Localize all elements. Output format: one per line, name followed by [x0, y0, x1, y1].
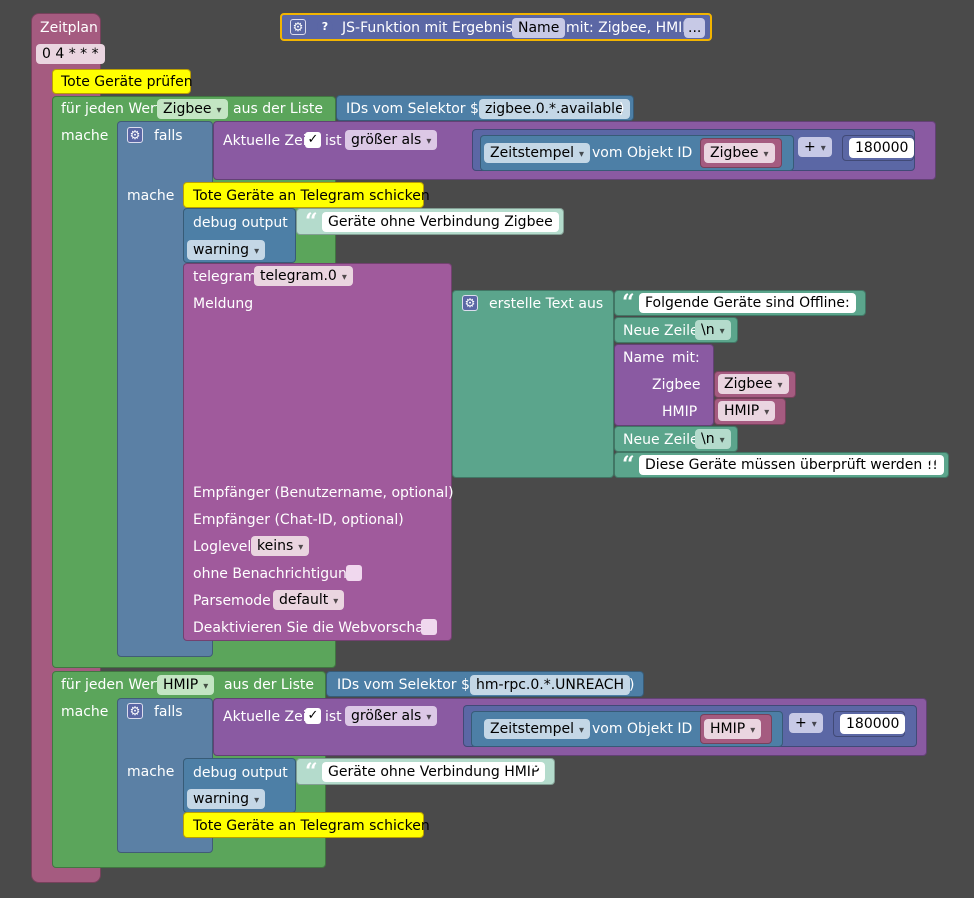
selector2-input[interactable]: hm-rpc.0.*.UNREACH — [470, 675, 631, 695]
loop2-from-list-label: aus der Liste — [224, 677, 314, 693]
telegram-disable-preview-checkbox[interactable] — [421, 619, 437, 635]
telegram-recipient-user-label: Empfänger (Benutzername, optional) — [193, 485, 454, 501]
newline2-label: Neue Zeile — [623, 432, 699, 448]
telegram-parsemode-dropdown[interactable]: default — [273, 590, 345, 610]
variable1-dropdown[interactable]: Zigbee — [704, 143, 775, 163]
settings-gear-icon[interactable]: ⚙ — [290, 19, 306, 35]
param1-label: Zigbee — [652, 377, 701, 393]
compare1-checkbox[interactable]: ✓ — [305, 132, 321, 148]
param2-label: HMIP — [662, 404, 698, 420]
number1-input[interactable]: 180000 — [849, 138, 915, 158]
param1-variable-dropdown[interactable]: Zigbee — [718, 374, 789, 394]
if1-settings-gear-icon[interactable]: ⚙ — [127, 127, 143, 143]
telegram-loglevel-dropdown[interactable]: keins — [251, 536, 310, 556]
loop1-var-dropdown[interactable]: Zigbee — [157, 99, 228, 119]
debug2-text-input[interactable]: Geräte ohne Verbindung HMIP — [322, 762, 546, 782]
debug2-close-quote-icon: ” — [530, 759, 543, 785]
timestamp1-dropdown[interactable]: Zeitstempel — [484, 143, 591, 163]
help-icon[interactable]: ? — [317, 19, 333, 35]
debug2-open-quote-icon: “ — [305, 759, 318, 785]
newline1-dropdown[interactable]: \n — [695, 320, 731, 340]
selector1-input[interactable]: zigbee.0.*.available — [479, 99, 630, 119]
variable2-dropdown[interactable]: HMIP — [704, 719, 762, 739]
telegram-disable-preview-label: Deaktivieren Sie die Webvorschau — [193, 620, 433, 636]
line2-open-quote-icon: “ — [622, 452, 635, 478]
compare2-operator-dropdown[interactable]: größer als — [345, 706, 438, 726]
selector2-label: IDs vom Selektor $( — [337, 677, 476, 693]
comment-send-telegram-1-text: Tote Geräte an Telegram schicken — [193, 188, 430, 204]
debug2-label: debug output — [193, 765, 288, 781]
text-line2-input[interactable]: Diese Geräte müssen überprüft werden !! — [639, 455, 944, 475]
schedule-label: Zeitplan — [40, 20, 98, 36]
function-call-name-label: Name — [623, 350, 665, 366]
telegram-label: telegram — [193, 269, 257, 285]
compare2-is-label: ist — [325, 709, 342, 725]
compare1-operator-dropdown[interactable]: größer als — [345, 130, 438, 150]
compare1-current-time: Aktuelle Zeit — [223, 133, 313, 149]
math2-operator-dropdown[interactable]: + — [789, 713, 823, 733]
math1-operator-dropdown[interactable]: + — [798, 137, 832, 157]
telegram-silent-label: ohne Benachrichtigung — [193, 566, 356, 582]
debug1-open-quote-icon: “ — [305, 209, 318, 235]
if2-if-label: falls — [154, 704, 183, 720]
telegram-block[interactable] — [183, 263, 452, 641]
function-params-label: mit: Zigbee, HMIP — [566, 20, 691, 36]
loop1-do-label: mache — [61, 128, 109, 144]
loop2-var-dropdown[interactable]: HMIP — [157, 675, 215, 695]
loop2-for-each-label: für jeden Wert — [61, 677, 162, 693]
if2-do-label: mache — [127, 764, 175, 780]
text-line1-input[interactable]: Folgende Geräte sind Offline: — [639, 293, 856, 313]
line2-close-quote-icon: ” — [926, 452, 939, 478]
comment-send-telegram-2-text: Tote Geräte an Telegram schicken — [193, 818, 430, 834]
timestamp1-of-object: vom Objekt ID — [592, 145, 693, 161]
selector1-label: IDs vom Selektor $( — [346, 101, 485, 117]
text-join-block[interactable] — [452, 290, 614, 478]
compare2-checkbox[interactable]: ✓ — [305, 708, 321, 724]
debug1-label: debug output — [193, 215, 288, 231]
debug2-level-dropdown[interactable]: warning — [187, 789, 266, 809]
newline2-dropdown[interactable]: \n — [695, 429, 731, 449]
compare2-current-time: Aktuelle Zeit — [223, 709, 313, 725]
telegram-parsemode-label: Parsemode — [193, 593, 271, 609]
comment-check-devices-text: Tote Geräte prüfen — [61, 74, 193, 90]
loop1-for-each-label: für jeden Wert — [61, 101, 162, 117]
compare1-is-label: ist — [325, 133, 342, 149]
line1-close-quote-icon: ” — [843, 290, 856, 316]
debug1-text-input[interactable]: Geräte ohne Verbindung Zigbee — [322, 212, 559, 232]
debug1-level-dropdown[interactable]: warning — [187, 240, 266, 260]
timestamp2-dropdown[interactable]: Zeitstempel — [484, 719, 591, 739]
selector1-close: ) — [619, 101, 625, 117]
newline1-label: Neue Zeile — [623, 323, 699, 339]
function-call-mit-label: mit: — [672, 350, 700, 366]
text-join-label: erstelle Text aus — [489, 296, 604, 312]
telegram-loglevel-label: Loglevel — [193, 539, 252, 555]
function-name-field[interactable]: Name — [512, 18, 566, 38]
debug1-close-quote-icon: ” — [539, 209, 552, 235]
text-join-gear-icon[interactable]: ⚙ — [462, 295, 478, 311]
telegram-recipient-chat-label: Empfänger (Chat-ID, optional) — [193, 512, 404, 528]
function-more-button[interactable]: ... — [684, 18, 706, 38]
telegram-message-label: Meldung — [193, 296, 254, 312]
telegram-instance-dropdown[interactable]: telegram.0 — [254, 266, 353, 286]
line1-open-quote-icon: “ — [622, 290, 635, 316]
if1-if-label: falls — [154, 128, 183, 144]
function-label: JS-Funktion mit Ergebnis — [342, 20, 513, 36]
if1-do-label: mache — [127, 188, 175, 204]
timestamp2-of-object: vom Objekt ID — [592, 721, 693, 737]
schedule-cron-field[interactable]: 0 4 * * * — [36, 44, 105, 64]
number2-input[interactable]: 180000 — [840, 714, 906, 734]
selector2-close: ) — [629, 677, 635, 693]
if2-settings-gear-icon[interactable]: ⚙ — [127, 703, 143, 719]
loop1-from-list-label: aus der Liste — [233, 101, 323, 117]
param2-variable-dropdown[interactable]: HMIP — [718, 401, 776, 421]
telegram-silent-checkbox[interactable] — [346, 565, 362, 581]
loop2-do-label: mache — [61, 704, 109, 720]
